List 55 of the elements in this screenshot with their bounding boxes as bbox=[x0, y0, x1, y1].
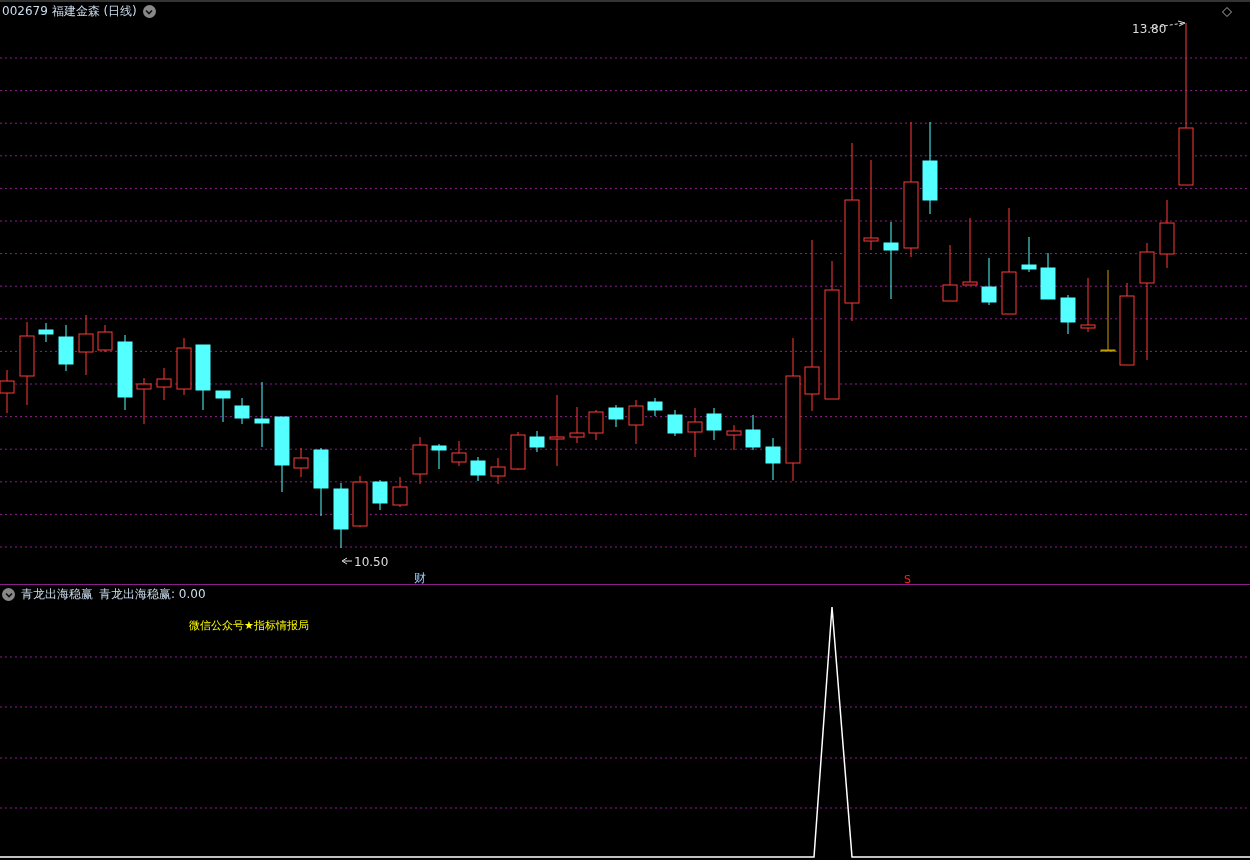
candlestick bbox=[372, 479, 388, 511]
candlestick bbox=[38, 322, 54, 343]
candlestick bbox=[1080, 277, 1096, 333]
collapse-button[interactable] bbox=[2, 588, 15, 601]
candlestick bbox=[195, 344, 211, 411]
candlestick bbox=[1021, 236, 1037, 273]
candlestick bbox=[1040, 252, 1056, 300]
candlestick bbox=[431, 443, 447, 470]
candlestick bbox=[78, 314, 94, 376]
candlestick bbox=[981, 257, 997, 306]
candlestick bbox=[352, 475, 368, 528]
candlestick bbox=[412, 436, 428, 485]
candlestick bbox=[529, 430, 545, 453]
candlestick bbox=[510, 431, 526, 471]
high-price-label: 13.80 bbox=[1132, 22, 1167, 36]
candlestick bbox=[490, 457, 506, 485]
candlestick bbox=[215, 390, 231, 423]
candlestick bbox=[313, 447, 329, 517]
diamond-icon[interactable] bbox=[1222, 6, 1232, 17]
low-price-label: 10.50 bbox=[354, 555, 389, 569]
stock-title: 002679 福建金森 (日线) bbox=[2, 3, 137, 20]
candlestick bbox=[392, 476, 408, 508]
candlestick bbox=[333, 482, 349, 549]
candlestick bbox=[765, 437, 781, 481]
candlestick bbox=[156, 367, 172, 401]
candlestick bbox=[942, 244, 958, 302]
candlestick bbox=[647, 397, 663, 417]
candlestick bbox=[745, 414, 761, 451]
candlestick bbox=[962, 217, 978, 286]
arrow-icon bbox=[341, 557, 353, 565]
candlestick bbox=[97, 324, 113, 353]
candlestick bbox=[726, 424, 742, 451]
candlestick bbox=[254, 381, 270, 448]
candlestick bbox=[608, 404, 624, 428]
candlestick bbox=[706, 407, 722, 441]
candlestick bbox=[687, 407, 703, 458]
candlestick bbox=[176, 337, 192, 396]
candlestick bbox=[470, 456, 486, 482]
candlestick bbox=[451, 440, 467, 467]
candlestick bbox=[667, 409, 683, 437]
dropdown-button[interactable] bbox=[142, 5, 156, 18]
candlestick bbox=[293, 447, 309, 478]
finance-marker: 财 bbox=[414, 570, 426, 587]
indicator-note: 微信公众号★指标情报局 bbox=[189, 618, 309, 633]
candlestick bbox=[58, 324, 74, 372]
indicator-name: 青龙出海稳赢 bbox=[21, 586, 93, 603]
candlestick bbox=[1060, 294, 1076, 335]
candlestick bbox=[1159, 199, 1175, 269]
candlestick bbox=[588, 409, 604, 441]
candlestick bbox=[628, 399, 644, 445]
signal-marker: S bbox=[904, 573, 911, 586]
candlestick bbox=[234, 397, 250, 425]
candlestick bbox=[136, 377, 152, 425]
indicator-reading: 青龙出海稳赢: 0.00 bbox=[99, 586, 206, 603]
candlestick bbox=[569, 406, 585, 444]
